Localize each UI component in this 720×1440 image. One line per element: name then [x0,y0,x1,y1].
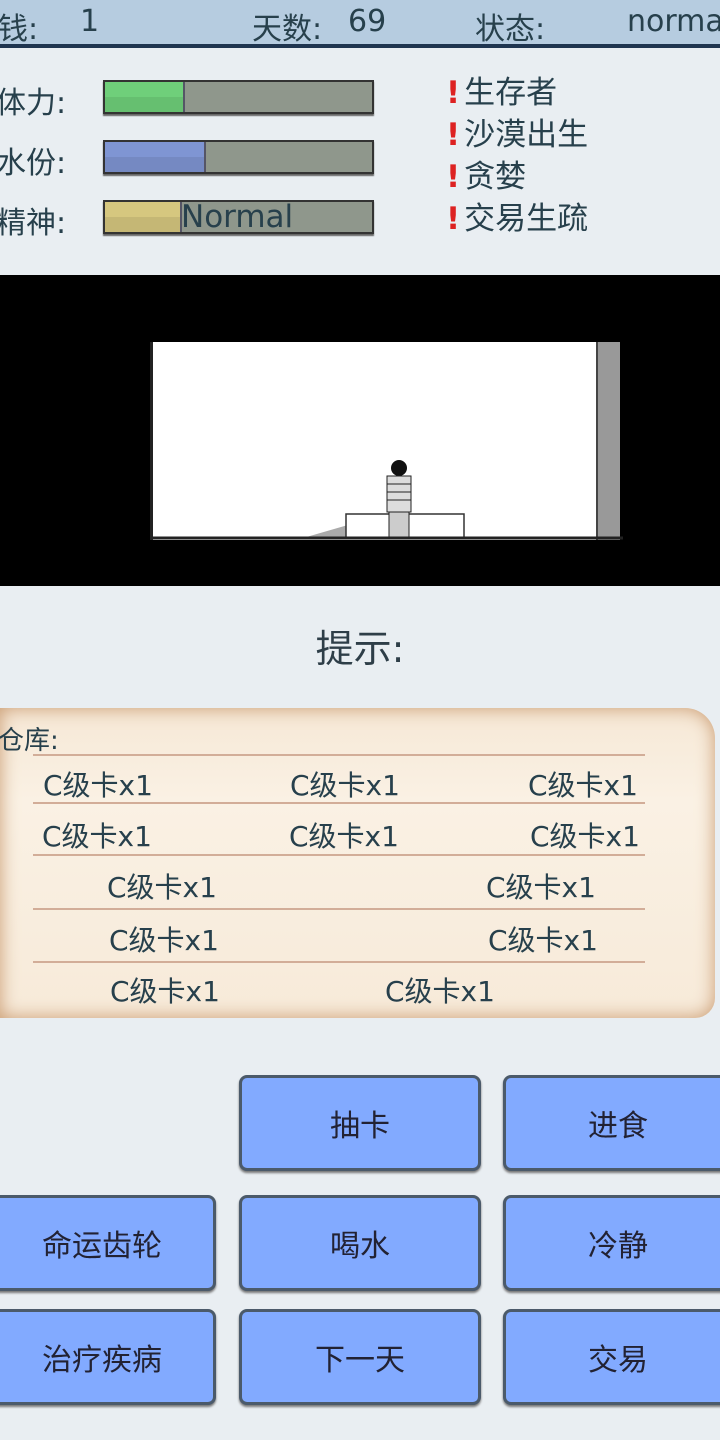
days-value: 69 [348,4,387,39]
spirit-text: Normal [181,199,294,235]
card-item[interactable]: C级卡x1 [289,815,399,855]
spirit-bar: Normal [103,199,374,235]
drink-button[interactable]: 喝水 [239,1195,481,1291]
trait-item[interactable]: ! 贪婪 [446,156,588,198]
state-value: normal [627,4,720,39]
card-item[interactable]: C级卡x1 [42,815,152,855]
trait-item[interactable]: ! 沙漠出生 [446,114,588,156]
days-label: 天数: [252,12,323,47]
stamina-label: 体力: [0,86,67,121]
card-item[interactable]: C级卡x1 [528,764,638,804]
status-bar: 钱: 1 天数: 69 状态: normal [0,0,720,48]
trait-item[interactable]: ! 交易生疏 [446,198,588,240]
calm-button[interactable]: 冷静 [503,1195,720,1291]
exclamation-icon: ! [446,75,461,111]
spirit-fill [105,202,183,232]
money-value: 1 [80,4,100,39]
divider [33,908,645,910]
trait-item[interactable]: ! 生存者 [446,72,588,114]
warehouse-panel: 仓库: C级卡x1 C级卡x1 C级卡x1 C级卡x1 C级卡x1 C级卡x1 … [0,708,715,1018]
water-label: 水份: [0,146,67,181]
hint-label: 提示: [315,627,405,671]
stamina-fill [105,82,186,112]
divider [33,961,645,963]
fate-wheel-button[interactable]: 命运齿轮 [0,1195,216,1291]
card-item[interactable]: C级卡x1 [107,866,217,906]
divider [33,754,645,756]
game-scene [0,275,720,586]
warehouse-label: 仓库: [0,726,59,756]
spirit-label: 精神: [0,206,67,241]
water-bar [103,140,374,174]
card-item[interactable]: C级卡x1 [530,815,640,855]
state-label: 状态: [475,12,546,47]
draw-card-button[interactable]: 抽卡 [239,1075,481,1171]
exclamation-icon: ! [446,117,461,153]
card-item[interactable]: C级卡x1 [290,764,400,804]
trade-button[interactable]: 交易 [503,1309,720,1405]
eat-button[interactable]: 进食 [503,1075,720,1171]
exclamation-icon: ! [446,159,461,195]
water-fill [105,142,207,172]
card-item[interactable]: C级卡x1 [110,970,220,1010]
stamina-bar [103,80,374,114]
card-item[interactable]: C级卡x1 [109,919,219,959]
exclamation-icon: ! [446,201,461,237]
trait-list: ! 生存者 ! 沙漠出生 ! 贪婪 ! 交易生疏 [446,72,588,240]
card-item[interactable]: C级卡x1 [488,919,598,959]
card-item[interactable]: C级卡x1 [486,866,596,906]
character-illustration [153,460,623,540]
heal-button[interactable]: 治疗疾病 [0,1309,216,1405]
money-label: 钱: [0,12,39,47]
room [150,342,623,540]
card-item[interactable]: C级卡x1 [43,764,153,804]
card-item[interactable]: C级卡x1 [385,970,495,1010]
next-day-button[interactable]: 下一天 [239,1309,481,1405]
